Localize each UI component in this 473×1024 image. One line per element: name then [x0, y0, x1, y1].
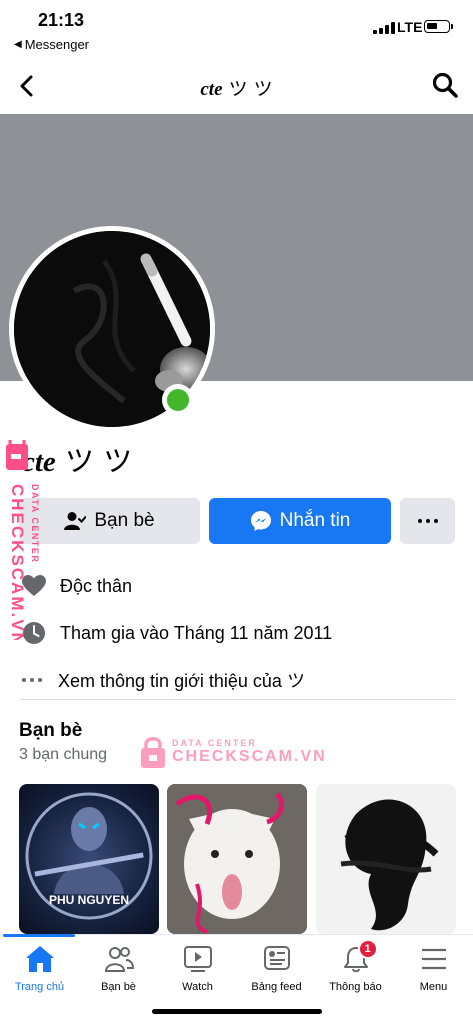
home-indicator	[152, 1009, 322, 1014]
back-app-label: Messenger	[24, 37, 90, 52]
friends-section-title: Bạn bè	[19, 720, 83, 741]
message-button-label: Nhắn tin	[279, 510, 351, 531]
tab-label: Bạn bè	[101, 981, 136, 993]
tab-label: Watch	[182, 981, 213, 993]
friends-button[interactable]: Bạn bè	[19, 498, 200, 544]
tab-home[interactable]: Trang chủ	[0, 941, 79, 993]
ellipsis-icon	[20, 668, 44, 692]
friend-photo	[167, 784, 307, 934]
more-dots-icon	[417, 519, 438, 523]
tab-label: Bảng feed	[251, 981, 302, 993]
watermark-big-text: CHECKSCAM.VN	[172, 748, 327, 765]
messenger-icon	[250, 511, 271, 531]
friend-card-caption: PHU NGUYEN	[49, 893, 129, 907]
tab-label: Thông báo	[329, 981, 382, 993]
divider	[19, 699, 455, 700]
more-options-button[interactable]	[400, 498, 455, 544]
tab-notifications[interactable]: 1 Thông báo	[316, 939, 395, 993]
signal-icon	[373, 22, 395, 34]
friend-check-icon	[64, 512, 87, 530]
friend-card[interactable]: PHU NGUYEN	[19, 784, 159, 934]
menu-icon	[416, 941, 452, 977]
tab-feed[interactable]: Bảng feed	[237, 941, 316, 993]
watermark-small-text: DATA CENTER	[172, 738, 257, 748]
message-button[interactable]: Nhắn tin	[209, 498, 391, 544]
watch-icon	[180, 941, 216, 977]
mutual-friends-count[interactable]: 3 bạn chung	[19, 746, 107, 764]
active-tab-indicator	[3, 934, 75, 937]
friend-card[interactable]	[167, 784, 307, 934]
feed-icon	[259, 941, 295, 977]
status-bar: 21:13 ◀ Messenger LTE	[0, 0, 473, 56]
tab-menu[interactable]: Menu	[394, 941, 473, 993]
tab-label: Trang chủ	[14, 981, 65, 993]
checkscam-watermark-center: DATA CENTER CHECKSCAM.VN	[140, 735, 327, 769]
about-link[interactable]: Xem thông tin giới thiệu của ツ	[20, 667, 305, 693]
back-to-app-link[interactable]: ◀ Messenger	[14, 37, 89, 52]
friend-photo	[316, 784, 456, 934]
home-icon	[22, 941, 58, 977]
notification-badge: 1	[357, 939, 378, 959]
battery-icon	[424, 20, 453, 33]
lock-icon	[141, 737, 165, 768]
checkscam-watermark-side: CHECKSCAM.VN DATA CENTER	[6, 434, 42, 647]
svg-text:CHECKSCAM.VN: CHECKSCAM.VN	[8, 484, 27, 640]
svg-text:DATA CENTER: DATA CENTER	[30, 484, 40, 563]
friend-photo: PHU NGUYEN	[25, 792, 153, 920]
status-time: 21:13	[38, 10, 85, 30]
online-status-dot	[162, 384, 194, 416]
tab-friends[interactable]: Bạn bè	[79, 941, 158, 993]
page-title: cte ツ ツ	[200, 78, 273, 100]
joined-row: Tham gia vào Tháng 11 năm 2011	[22, 621, 332, 645]
about-link-text: Xem thông tin giới thiệu của ツ	[58, 671, 305, 691]
relationship-text: Độc thân	[60, 575, 133, 596]
tab-watch[interactable]: Watch	[158, 941, 237, 993]
back-triangle-icon: ◀	[14, 39, 22, 50]
bell-icon: 1	[338, 939, 378, 977]
search-icon[interactable]	[430, 70, 460, 100]
joined-text: Tham gia vào Tháng 11 năm 2011	[60, 622, 333, 643]
tab-label: Menu	[419, 981, 448, 993]
friends-button-label: Bạn bè	[94, 510, 155, 531]
profile-header: cte ツ ツ	[0, 60, 473, 112]
friends-icon	[101, 941, 137, 977]
network-label: LTE	[397, 19, 423, 35]
friend-card[interactable]	[316, 784, 456, 934]
